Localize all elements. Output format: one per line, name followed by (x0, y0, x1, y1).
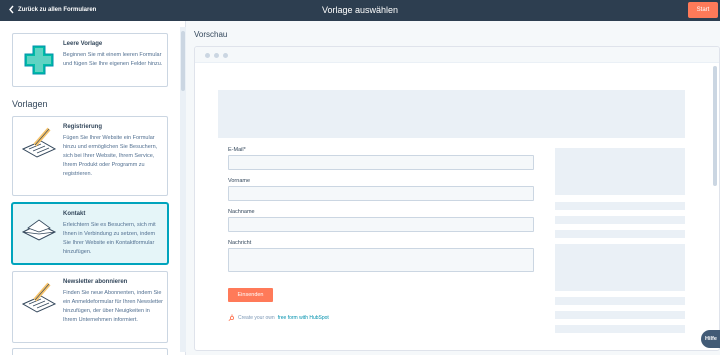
start-button[interactable]: Start (688, 2, 718, 18)
next-template-card[interactable] (12, 348, 168, 355)
hubspot-credit: Create your own free form with HubSpot (228, 314, 329, 321)
sidebar-placeholder (555, 311, 685, 319)
credit-link[interactable]: free form with HubSpot (278, 315, 329, 321)
preview-heading: Vorschau (194, 30, 228, 39)
card-description: Fügen Sie Ihrer Website ein Formular hin… (63, 135, 158, 177)
page-title: Vorlage auswählen (321, 5, 399, 15)
hubspot-sprocket-icon (228, 314, 235, 321)
browser-bar (195, 47, 719, 63)
submit-button[interactable]: Einsenden (228, 288, 273, 302)
sidebar-placeholder (555, 216, 685, 224)
contact-template-card[interactable]: Kontakt Erleichtern Sie es Besuchern, si… (12, 203, 168, 264)
card-title: Leere Vorlage (63, 41, 103, 47)
blank-template-card[interactable]: Leere Vorlage Beginnen Sie mit einem lee… (12, 33, 168, 87)
preview-scrollbar[interactable] (712, 56, 718, 346)
sidebar-placeholder (555, 244, 685, 291)
field-label: Nachricht (228, 240, 252, 246)
lastname-field[interactable] (228, 217, 534, 232)
browser-dot (223, 53, 228, 58)
registration-template-card[interactable]: Registrierung Fügen Sie Ihrer Website ei… (12, 116, 168, 196)
sidebar-placeholder (555, 202, 685, 210)
browser-dot (214, 53, 219, 58)
field-label: Vorname (228, 178, 251, 184)
email-field[interactable] (228, 155, 534, 170)
newsletter-template-card[interactable]: Newsletter abonnieren Finden Sie neue Ab… (12, 271, 168, 343)
scrollbar-thumb[interactable] (181, 31, 185, 91)
sidebar-placeholder (555, 297, 685, 305)
sidebar-placeholder (555, 230, 685, 238)
field-label: Nachname (228, 209, 255, 215)
card-description: Beginnen Sie mit einem leeren Formular u… (63, 52, 163, 67)
form-pencil-icon (21, 282, 57, 313)
card-title: Registrierung (63, 124, 103, 130)
card-title: Kontakt (63, 211, 86, 217)
card-description: Erleichtern Sie es Besuchern, sich mit I… (63, 222, 156, 255)
credit-text: Create your own (238, 314, 275, 321)
top-bar: Zurück zu allen Formularen Vorlage auswä… (0, 0, 720, 21)
hero-placeholder (218, 90, 685, 138)
firstname-field[interactable] (228, 186, 534, 201)
help-button[interactable]: Hilfe (701, 330, 720, 348)
browser-dot (205, 53, 210, 58)
message-field[interactable] (228, 248, 534, 272)
form-pencil-icon (21, 127, 57, 158)
plus-icon (24, 45, 54, 75)
sidebar-placeholder (555, 148, 685, 195)
section-title: Vorlagen (12, 99, 48, 109)
envelope-icon (21, 219, 57, 241)
field-label: E-Mail* (228, 147, 246, 153)
sidebar-placeholder (555, 325, 685, 333)
card-title: Newsletter abonnieren (63, 279, 128, 285)
card-description: Finden Sie neue Abonnenten, indem Sie ei… (63, 290, 163, 323)
scrollbar-thumb[interactable] (713, 66, 717, 186)
